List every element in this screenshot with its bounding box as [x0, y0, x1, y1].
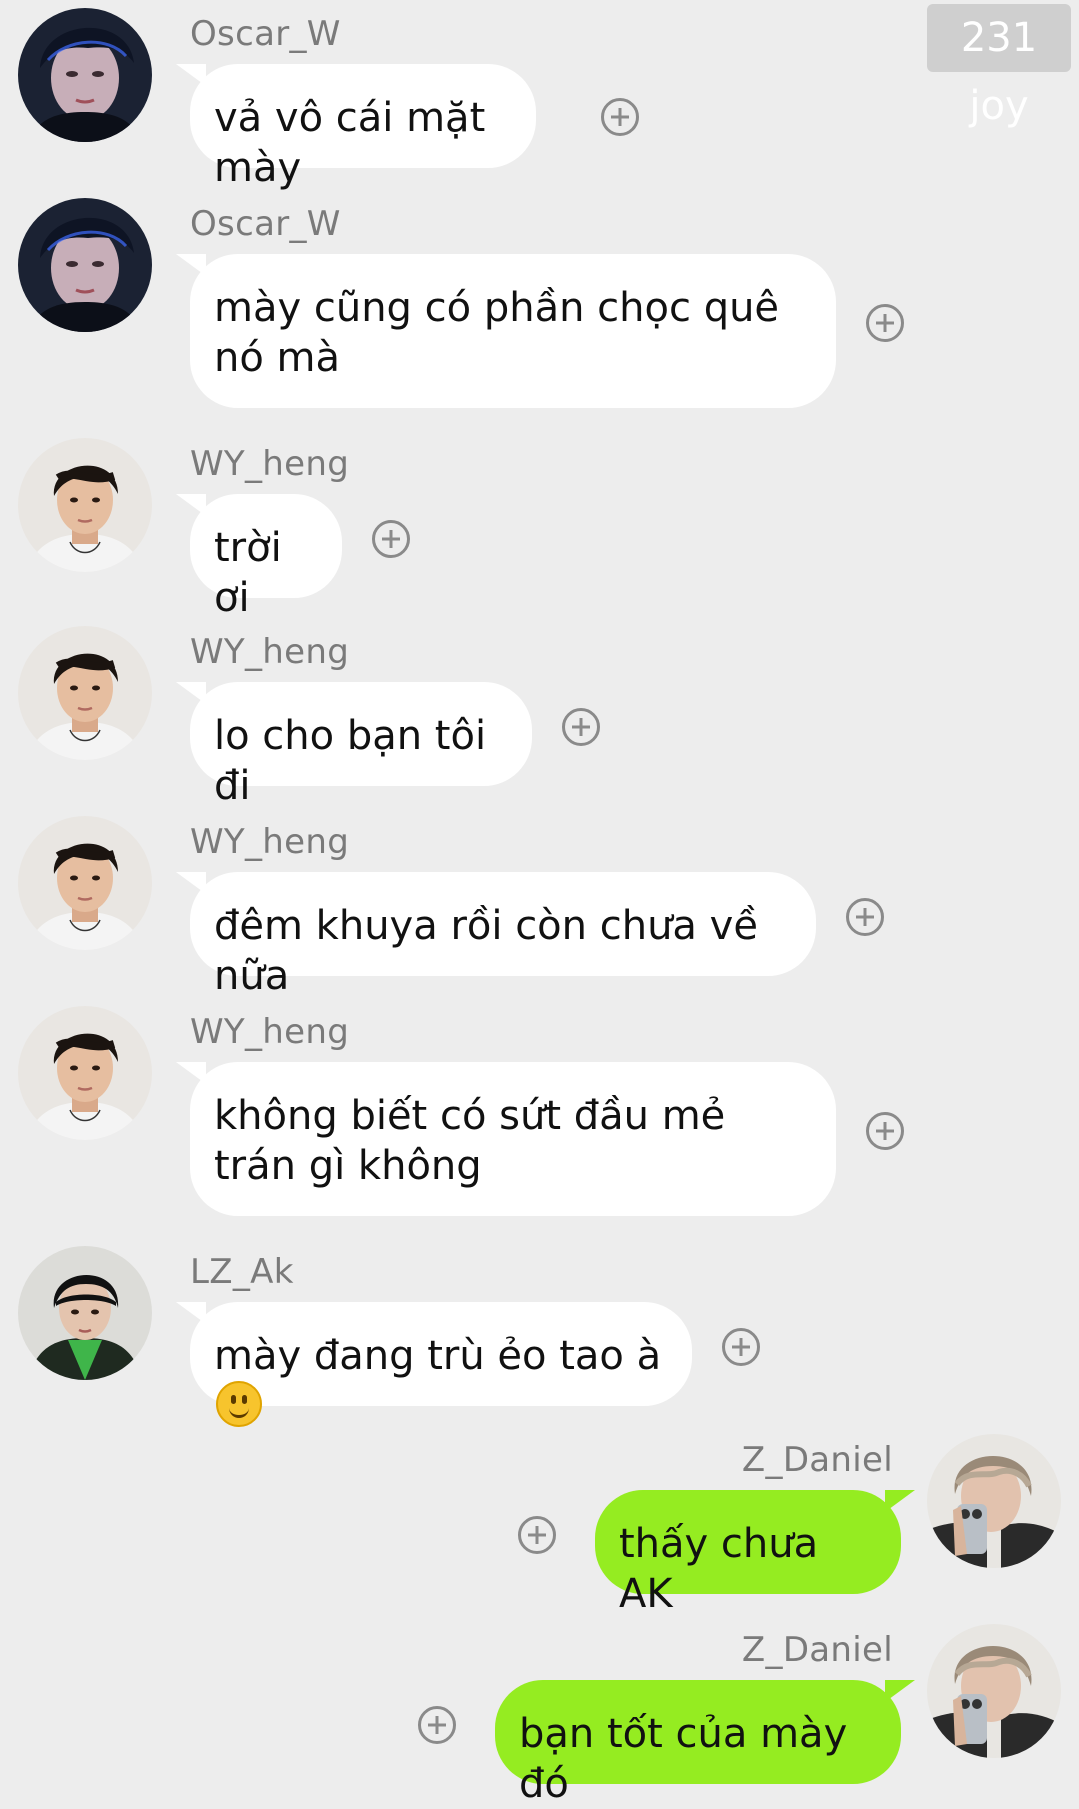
- add-reaction-icon[interactable]: [562, 708, 600, 746]
- message-bubble[interactable]: đêm khuya rồi còn chưa về nữa: [190, 872, 816, 999]
- sender-name: Z_Daniel: [741, 1440, 893, 1480]
- avatar-wy[interactable]: [18, 438, 152, 572]
- slightly-smiling-face-icon: [216, 1381, 262, 1427]
- avatar-oscar[interactable]: [18, 198, 152, 332]
- message-text: mày cũng có phần chọc quê nó mà: [214, 285, 780, 381]
- message-bubble[interactable]: trời ơi: [190, 494, 342, 621]
- avatar-wy[interactable]: [18, 1006, 152, 1140]
- add-reaction-icon[interactable]: [518, 1516, 556, 1554]
- add-reaction-icon[interactable]: [418, 1706, 456, 1744]
- sender-name: Oscar_W: [190, 204, 341, 244]
- chat-area: 231 joy Oscar_W vả vô cái mặt mày Oscar_…: [0, 0, 1079, 1807]
- message-row: Oscar_W vả vô cái mặt mày: [0, 8, 1079, 191]
- add-reaction-icon[interactable]: [372, 520, 410, 558]
- message-row: WY_heng đêm khuya rồi còn chưa về nữa: [0, 816, 1079, 999]
- sender-name: Oscar_W: [190, 14, 341, 54]
- avatar-daniel[interactable]: [927, 1624, 1061, 1758]
- sender-name: WY_heng: [190, 632, 350, 672]
- sender-name: WY_heng: [190, 444, 350, 484]
- message-text: vả vô cái mặt mày: [214, 95, 486, 191]
- message-text: bạn tốt của mày đó: [519, 1711, 848, 1807]
- message-row: LZ_Ak mày đang trù ẻo tao à: [0, 1246, 1079, 1427]
- message-row: WY_heng lo cho bạn tôi đi: [0, 626, 1079, 809]
- message-bubble[interactable]: không biết có sứt đầu mẻ trán gì không: [190, 1062, 836, 1216]
- message-text: mày đang trù ẻo tao à: [214, 1333, 662, 1379]
- avatar-lz[interactable]: [18, 1246, 152, 1380]
- message-row: Oscar_W mày cũng có phần chọc quê nó mà: [0, 198, 1079, 408]
- message-bubble[interactable]: lo cho bạn tôi đi: [190, 682, 532, 809]
- message-row: WY_heng trời ơi: [0, 438, 1079, 621]
- avatar-wy[interactable]: [18, 626, 152, 760]
- add-reaction-icon[interactable]: [866, 1112, 904, 1150]
- message-text: không biết có sứt đầu mẻ trán gì không: [214, 1093, 726, 1189]
- message-text: trời ơi: [214, 525, 282, 621]
- message-row: Z_Daniel thấy chưa AK: [0, 1434, 1079, 1617]
- add-reaction-icon[interactable]: [866, 304, 904, 342]
- add-reaction-icon[interactable]: [846, 898, 884, 936]
- add-reaction-icon[interactable]: [722, 1328, 760, 1366]
- message-bubble[interactable]: mày đang trù ẻo tao à: [190, 1302, 692, 1427]
- message-bubble[interactable]: thấy chưa AK: [595, 1490, 901, 1617]
- sender-name: WY_heng: [190, 822, 350, 862]
- message-row: WY_heng không biết có sứt đầu mẻ trán gì…: [0, 1006, 1079, 1216]
- sender-name: Z_Daniel: [741, 1630, 893, 1670]
- avatar-oscar[interactable]: [18, 8, 152, 142]
- add-reaction-icon[interactable]: [601, 98, 639, 136]
- message-text: lo cho bạn tôi đi: [214, 713, 487, 809]
- message-text: thấy chưa AK: [619, 1521, 819, 1617]
- avatar-daniel[interactable]: [927, 1434, 1061, 1568]
- message-bubble[interactable]: vả vô cái mặt mày: [190, 64, 536, 191]
- avatar-wy[interactable]: [18, 816, 152, 950]
- message-row: Z_Daniel bạn tốt của mày đó: [0, 1624, 1079, 1807]
- message-text: đêm khuya rồi còn chưa về nữa: [214, 903, 758, 999]
- sender-name: WY_heng: [190, 1012, 350, 1052]
- message-bubble[interactable]: bạn tốt của mày đó: [495, 1680, 901, 1807]
- sender-name: LZ_Ak: [190, 1252, 294, 1292]
- message-bubble[interactable]: mày cũng có phần chọc quê nó mà: [190, 254, 836, 408]
